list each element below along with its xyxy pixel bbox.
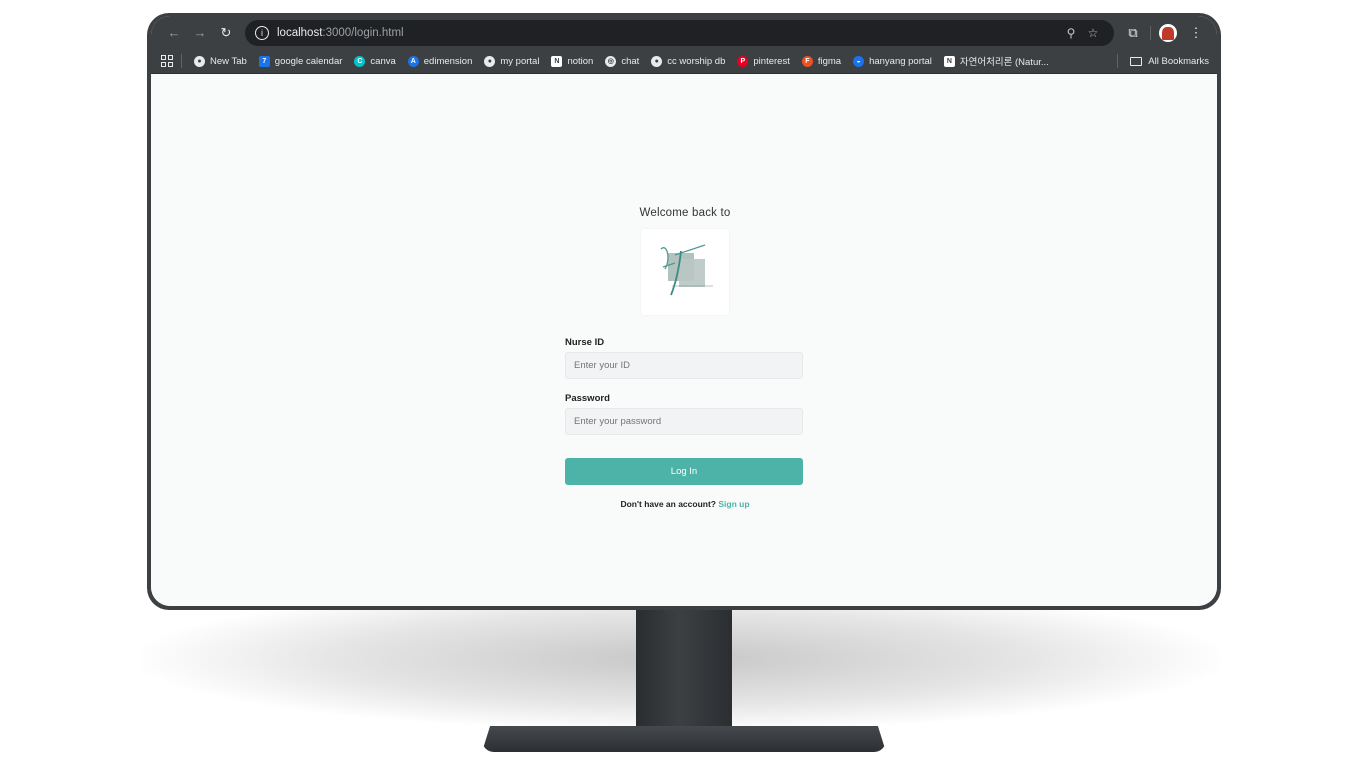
bookmark-label: cc worship db [667, 55, 726, 67]
bookmark-item[interactable]: Ccanva [354, 55, 396, 67]
pinterest-icon: P [737, 55, 749, 67]
monitor-stand-base [482, 726, 886, 752]
hanyang-icon: ◒ [853, 55, 865, 67]
welcome-heading: Welcome back to [639, 207, 731, 219]
stage: ← → ↻ i localhost :3000/login.html ⚲ ☆ ⧉… [0, 0, 1366, 768]
nurse-id-input[interactable] [565, 352, 803, 379]
folder-icon [1130, 56, 1143, 66]
bookmark-label: edimension [423, 55, 473, 67]
bookmark-label: google calendar [274, 55, 343, 67]
bookmark-label: chat [621, 55, 640, 67]
extensions-icon[interactable]: ⧉ [1122, 22, 1144, 44]
bookmark-label: hanyang portal [869, 55, 932, 67]
browser-toolbar: ← → ↻ i localhost :3000/login.html ⚲ ☆ ⧉… [151, 16, 1217, 49]
password-input[interactable] [565, 408, 803, 435]
nurse-id-label: Nurse ID [565, 337, 605, 348]
bookmark-label: my portal [500, 55, 540, 67]
toolbar-divider [1150, 25, 1151, 40]
bookmark-item[interactable]: ◎ chat [605, 55, 640, 67]
bookmarks-bar: ● New Tab 7 google calendar Ccanva Aedimensio… [151, 49, 1217, 74]
apps-grid-icon[interactable] [161, 55, 173, 67]
canva-icon: C [354, 55, 366, 67]
bookmark-label: figma [817, 55, 842, 67]
bookmark-item[interactable]: ◒ hanyang portal [853, 55, 932, 67]
bookmark-item[interactable]: Nnotion [551, 55, 594, 67]
signup-link[interactable]: Sign up [718, 499, 749, 509]
bookmark-item[interactable]: ● my portal [484, 55, 540, 67]
globe-icon: ● [651, 55, 663, 67]
bookmark-label: New Tab [210, 55, 247, 67]
login-button[interactable]: Log In [565, 458, 803, 485]
monitor-stand-neck [636, 604, 732, 736]
notion-icon: N [551, 55, 563, 67]
globe-icon: ● [194, 55, 205, 67]
back-icon[interactable]: ← [161, 20, 187, 46]
edimension-icon: A [407, 55, 419, 67]
bookmark-item[interactable]: N 자연어처리론 (Natur... [943, 54, 1049, 68]
login-page: Welcome back to Nurse ID Pass [151, 74, 1217, 606]
url-path: :3000/login.html [322, 26, 404, 39]
signup-prompt: Don't have an account? [620, 499, 716, 509]
zoom-icon[interactable]: ⚲ [1060, 26, 1082, 40]
url-host: localhost [277, 26, 323, 39]
openai-icon: ◎ [605, 55, 617, 67]
bookmark-item[interactable]: Ppinterest [737, 55, 790, 67]
site-info-icon[interactable]: i [255, 25, 269, 40]
bookmark-item[interactable]: Aedimension [407, 55, 473, 67]
bookmark-label: 자연어처리론 (Natur... [959, 57, 1049, 68]
bookmark-label: canva [370, 55, 396, 67]
globe-icon: ● [484, 55, 496, 67]
login-form: Welcome back to Nurse ID Pass [565, 207, 805, 509]
bookmark-item[interactable]: 7 google calendar [258, 55, 343, 67]
bookmark-label: notion [567, 55, 594, 67]
bookmark-star-icon[interactable]: ☆ [1082, 26, 1104, 40]
bookmarks-divider [1117, 54, 1119, 68]
all-bookmarks-button[interactable]: All Bookmarks [1130, 56, 1209, 67]
profile-avatar[interactable] [1157, 22, 1179, 44]
bookmark-item[interactable]: ● New Tab [194, 55, 247, 67]
reload-icon[interactable]: ↻ [213, 20, 239, 46]
all-bookmarks-label: All Bookmarks [1148, 55, 1209, 67]
bookmark-label: pinterest [753, 55, 790, 67]
password-label: Password [565, 393, 610, 404]
notion-icon: N [943, 55, 955, 67]
browser-window: ← → ↻ i localhost :3000/login.html ⚲ ☆ ⧉… [151, 16, 1217, 606]
signup-prompt-line: Don't have an account? Sign up [565, 499, 805, 509]
bookmark-item[interactable]: Ffigma [801, 55, 842, 67]
forward-icon[interactable]: → [187, 20, 213, 46]
brand-logo [641, 229, 729, 315]
bookmark-item[interactable]: ● cc worship db [651, 55, 726, 67]
monitor-frame: ← → ↻ i localhost :3000/login.html ⚲ ☆ ⧉… [147, 13, 1221, 610]
menu-kebab-icon[interactable]: ⋮ [1185, 22, 1207, 44]
calendar-icon: 7 [258, 55, 270, 67]
address-bar[interactable]: i localhost :3000/login.html ⚲ ☆ [245, 19, 1114, 46]
brand-logo-mark [660, 244, 713, 296]
bookmarks-divider [181, 54, 182, 68]
figma-icon: F [801, 55, 813, 67]
